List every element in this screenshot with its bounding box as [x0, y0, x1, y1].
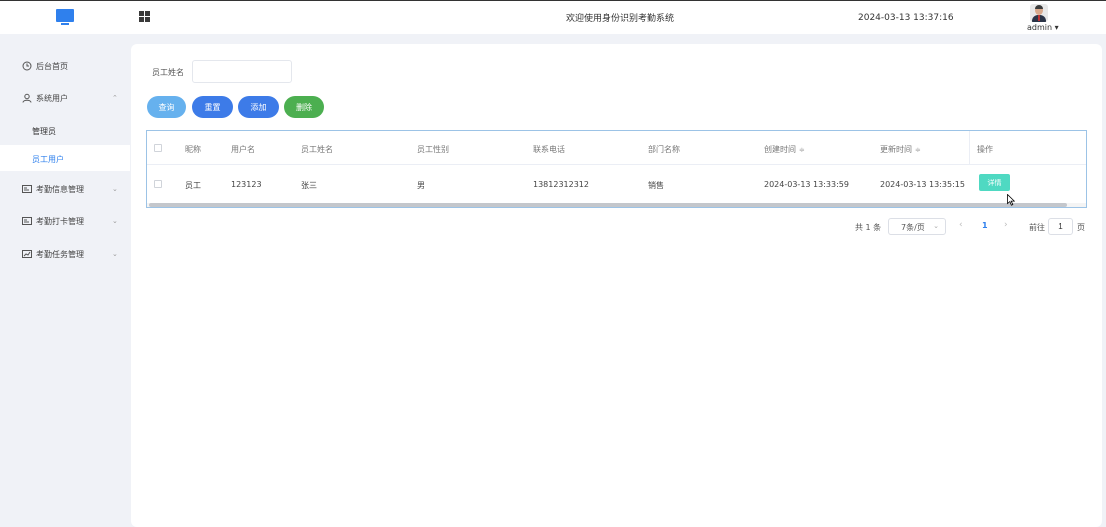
cell-nickname: 员工	[185, 181, 201, 190]
sidebar-subitem-label: 管理员	[32, 127, 56, 136]
next-page-button[interactable]: ›	[1004, 220, 1008, 230]
sort-icon[interactable]: ≑	[915, 146, 921, 154]
page-size-select[interactable]: 7条/页 ⌄	[888, 218, 946, 235]
row-checkbox[interactable]	[154, 180, 162, 188]
column-header: 昵称	[185, 145, 201, 154]
table-row: 员工 123123 张三 男 13812312312 销售 2024-03-13…	[147, 165, 1086, 203]
column-header: 员工性别	[417, 145, 449, 154]
sidebar-item-label: 系统用户	[36, 93, 68, 103]
cell-created: 2024-03-13 13:33:59	[764, 180, 849, 189]
main-content: 员工姓名 查询 重置 添加 删除 昵称 用户名 员工姓名 员工性别 联系电话 部…	[131, 44, 1102, 527]
scrollbar-thumb[interactable]	[149, 203, 1067, 207]
prev-page-button[interactable]: ‹	[959, 220, 963, 230]
page-suffix-label: 页	[1077, 223, 1085, 232]
column-header-label: 创建时间	[764, 145, 796, 154]
chevron-down-icon: ⌄	[112, 185, 118, 193]
mouse-cursor-icon	[1007, 194, 1015, 206]
user-menu-dropdown[interactable]: admin ▾	[1027, 23, 1059, 32]
sidebar: 后台首页 系统用户 ⌃ 管理员 员工用户 考勤信息管理 ⌄ 考勤打卡管理 ⌄ 考…	[0, 34, 130, 527]
sidebar-subitem-admin[interactable]: 管理员	[0, 117, 130, 143]
top-header: 欢迎使用身份识别考勤系统 2024-03-13 13:37:16 admin ▾	[0, 0, 1106, 34]
delete-button[interactable]: 删除	[284, 96, 324, 118]
id-card-icon	[22, 184, 32, 194]
sidebar-item-attendance-tasks[interactable]: 考勤任务管理 ⌄	[0, 241, 130, 267]
page-size-value: 7条/页	[901, 223, 925, 232]
employee-name-input[interactable]	[192, 60, 292, 83]
sidebar-item-attendance-checkin[interactable]: 考勤打卡管理 ⌄	[0, 208, 130, 234]
clock-icon	[22, 61, 32, 71]
cell-phone: 13812312312	[533, 180, 589, 189]
chevron-down-icon: ⌄	[112, 250, 118, 258]
add-button[interactable]: 添加	[238, 96, 279, 118]
user-avatar[interactable]	[1030, 4, 1048, 22]
cell-department: 销售	[648, 181, 664, 190]
employee-name-label: 员工姓名	[152, 68, 184, 77]
column-header-label: 更新时间	[880, 145, 912, 154]
user-icon	[22, 93, 32, 103]
cell-name: 张三	[301, 181, 317, 190]
sort-icon[interactable]: ≑	[799, 146, 805, 154]
employee-table: 昵称 用户名 员工姓名 员工性别 联系电话 部门名称 创建时间 ≑ 更新时间 ≑ 操…	[146, 130, 1087, 208]
cell-updated: 2024-03-13 13:35:15	[880, 180, 965, 189]
column-header: 员工姓名	[301, 145, 333, 154]
column-header: 操作	[977, 145, 993, 154]
query-button[interactable]: 查询	[147, 96, 186, 118]
cell-gender: 男	[417, 181, 425, 190]
horizontal-scrollbar[interactable]	[147, 203, 1086, 207]
sidebar-item-label: 考勤打卡管理	[36, 216, 84, 226]
chevron-up-icon: ⌃	[112, 94, 118, 102]
goto-page-input[interactable]	[1048, 218, 1073, 235]
sidebar-item-label: 后台首页	[36, 61, 68, 71]
select-all-checkbox[interactable]	[154, 144, 162, 152]
goto-label: 前往	[1029, 223, 1045, 232]
chevron-down-icon: ⌄	[112, 217, 118, 225]
column-header-created[interactable]: 创建时间 ≑	[764, 144, 805, 155]
reset-button[interactable]: 重置	[192, 96, 233, 118]
current-datetime: 2024-03-13 13:37:16	[858, 13, 954, 23]
page-number-1[interactable]: 1	[982, 221, 988, 230]
column-header: 用户名	[231, 145, 255, 154]
grid-menu-icon[interactable]	[139, 11, 150, 22]
cell-username: 123123	[231, 180, 262, 189]
chart-icon	[22, 249, 32, 259]
pagination-total: 共 1 条	[855, 223, 882, 232]
system-title: 欢迎使用身份识别考勤系统	[565, 14, 674, 24]
sidebar-item-label: 考勤信息管理	[36, 184, 84, 194]
sidebar-item-attendance-info[interactable]: 考勤信息管理 ⌄	[0, 176, 130, 202]
id-card-icon	[22, 216, 32, 226]
sidebar-item-label: 考勤任务管理	[36, 249, 84, 259]
table-header: 昵称 用户名 员工姓名 员工性别 联系电话 部门名称 创建时间 ≑ 更新时间 ≑ 操…	[147, 131, 1086, 165]
sidebar-subitem-label: 员工用户	[32, 155, 64, 164]
detail-button[interactable]: 详情	[979, 174, 1010, 191]
column-header: 联系电话	[533, 145, 565, 154]
sidebar-item-home[interactable]: 后台首页	[0, 53, 130, 79]
sidebar-item-system-users[interactable]: 系统用户 ⌃	[0, 85, 130, 111]
sidebar-subitem-employee-users[interactable]: 员工用户	[0, 145, 130, 171]
column-header-updated[interactable]: 更新时间 ≑	[880, 144, 921, 155]
column-header: 部门名称	[648, 145, 680, 154]
monitor-icon[interactable]	[56, 9, 74, 26]
chevron-down-icon: ⌄	[933, 222, 939, 230]
